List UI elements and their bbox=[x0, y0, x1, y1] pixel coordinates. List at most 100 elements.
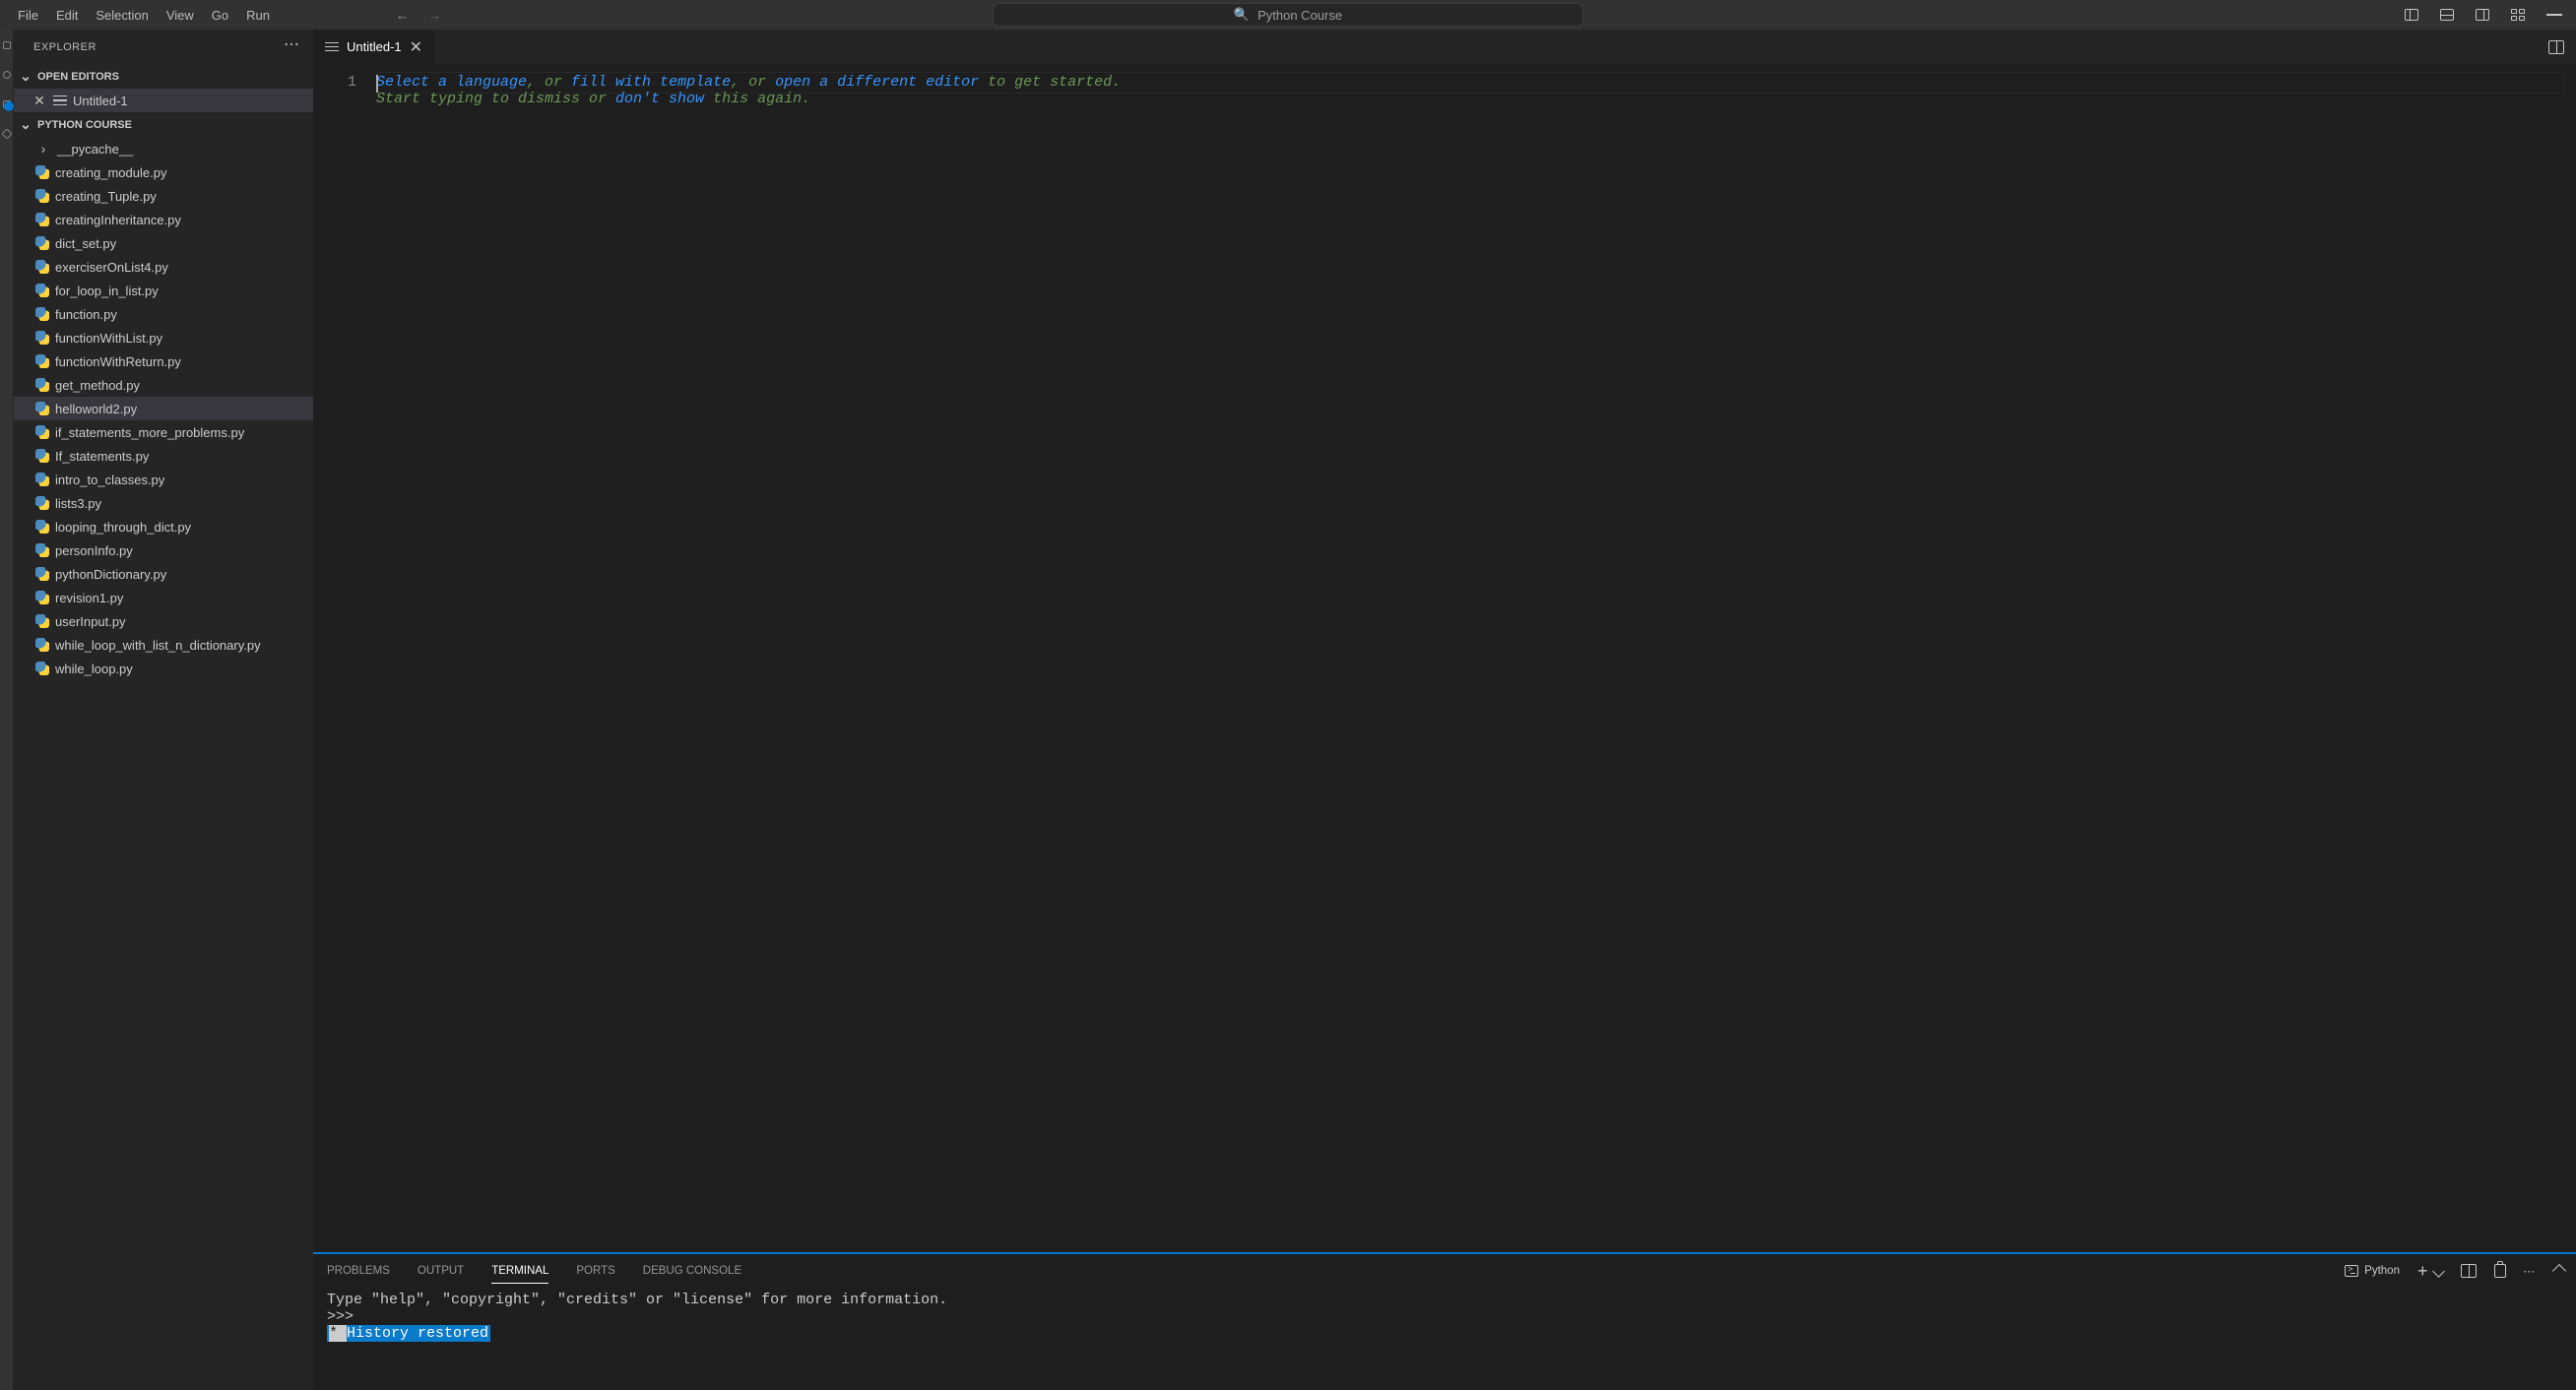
file-row[interactable]: if_statements_more_problems.py bbox=[14, 420, 313, 444]
terminal-profile[interactable]: Python bbox=[2345, 1265, 2400, 1277]
open-editors-label: OPEN EDITORS bbox=[37, 71, 119, 83]
file-row[interactable]: If_statements.py bbox=[14, 444, 313, 468]
file-row[interactable]: intro_to_classes.py bbox=[14, 468, 313, 491]
dont-show-link[interactable]: don't show bbox=[615, 91, 704, 107]
file-row[interactable]: creating_Tuple.py bbox=[14, 184, 313, 208]
editor-tab-bar: Untitled-1 ✕ bbox=[313, 30, 2576, 64]
open-different-editor-link[interactable]: open a different editor bbox=[775, 74, 979, 91]
file-row[interactable]: pythonDictionary.py bbox=[14, 562, 313, 586]
fill-template-link[interactable]: fill with template bbox=[571, 74, 731, 91]
panel-tab-debug-console[interactable]: DEBUG CONSOLE bbox=[643, 1259, 741, 1283]
activity-scm-icon[interactable] bbox=[3, 100, 11, 108]
tree-item-label: helloworld2.py bbox=[55, 402, 137, 416]
python-file-icon bbox=[35, 236, 49, 250]
python-file-icon bbox=[35, 284, 49, 297]
panel-more-icon[interactable]: ⋯ bbox=[2524, 1264, 2538, 1278]
file-row[interactable]: functionWithList.py bbox=[14, 326, 313, 349]
file-row[interactable]: functionWithReturn.py bbox=[14, 349, 313, 373]
tree-item-label: creatingInheritance.py bbox=[55, 213, 181, 227]
python-file-icon bbox=[35, 543, 49, 557]
tree-item-label: looping_through_dict.py bbox=[55, 520, 191, 535]
panel-tab-bar: PROBLEMS OUTPUT TERMINAL PORTS DEBUG CONSOLE… bbox=[313, 1254, 2576, 1288]
explorer-more-icon[interactable]: ⋯ bbox=[284, 34, 301, 60]
open-editors-header[interactable]: ⌄ OPEN EDITORS bbox=[14, 64, 313, 89]
panel-tab-ports[interactable]: PORTS bbox=[576, 1259, 614, 1283]
tree-item-label: if_statements_more_problems.py bbox=[55, 425, 244, 440]
activity-bar bbox=[0, 30, 14, 1390]
terminal-body[interactable]: Type "help", "copyright", "credits" or "… bbox=[313, 1288, 2576, 1390]
python-file-icon bbox=[35, 496, 49, 510]
file-row[interactable]: revision1.py bbox=[14, 586, 313, 609]
minimize-icon[interactable] bbox=[2546, 14, 2562, 16]
panel-tab-terminal[interactable]: TERMINAL bbox=[491, 1259, 548, 1284]
file-row[interactable]: userInput.py bbox=[14, 609, 313, 633]
file-row[interactable]: helloworld2.py bbox=[14, 397, 313, 420]
file-icon bbox=[325, 42, 339, 52]
python-file-icon bbox=[35, 567, 49, 581]
tree-item-label: function.py bbox=[55, 307, 117, 322]
kill-terminal-icon[interactable] bbox=[2494, 1264, 2506, 1278]
menu-selection[interactable]: Selection bbox=[88, 4, 156, 27]
terminal-dropdown-icon[interactable] bbox=[2432, 1265, 2445, 1278]
activity-debug-icon[interactable] bbox=[1, 128, 12, 139]
python-file-icon bbox=[35, 402, 49, 415]
editor-body[interactable]: 1 Select a language, or fill with templa… bbox=[313, 64, 2576, 1252]
command-center[interactable]: 🔍 Python Course bbox=[993, 3, 1583, 27]
panel-tab-problems[interactable]: PROBLEMS bbox=[327, 1259, 390, 1283]
menu-bar: FileEditSelectionViewGoRun ← → 🔍 Python … bbox=[0, 0, 2576, 30]
file-row[interactable]: while_loop.py bbox=[14, 657, 313, 680]
close-tab-icon[interactable]: ✕ bbox=[410, 37, 422, 57]
close-editor-icon[interactable]: ✕ bbox=[32, 93, 47, 109]
file-row[interactable]: get_method.py bbox=[14, 373, 313, 397]
file-row[interactable]: for_loop_in_list.py bbox=[14, 279, 313, 302]
file-row[interactable]: creatingInheritance.py bbox=[14, 208, 313, 231]
terminal-line: >>> bbox=[327, 1308, 2562, 1325]
file-row[interactable]: dict_set.py bbox=[14, 231, 313, 255]
tree-item-label: __pycache__ bbox=[57, 142, 133, 157]
python-file-icon bbox=[35, 449, 49, 463]
maximize-panel-icon[interactable] bbox=[2552, 1264, 2566, 1278]
activity-explorer-icon[interactable] bbox=[3, 41, 11, 49]
file-icon bbox=[53, 95, 67, 105]
open-editor-row[interactable]: ✕ Untitled-1 bbox=[14, 89, 313, 112]
open-editor-label: Untitled-1 bbox=[73, 94, 128, 108]
file-row[interactable]: personInfo.py bbox=[14, 538, 313, 562]
file-row[interactable]: looping_through_dict.py bbox=[14, 515, 313, 538]
folder-row[interactable]: › __pycache__ bbox=[14, 137, 313, 160]
python-file-icon bbox=[35, 662, 49, 675]
split-terminal-icon[interactable] bbox=[2461, 1264, 2477, 1278]
split-editor-icon[interactable] bbox=[2548, 40, 2564, 54]
nav-back-icon[interactable]: ← bbox=[396, 8, 409, 23]
file-row[interactable]: exerciserOnList4.py bbox=[14, 255, 313, 279]
tree-item-label: dict_set.py bbox=[55, 236, 116, 251]
menu-view[interactable]: View bbox=[159, 4, 202, 27]
file-row[interactable]: lists3.py bbox=[14, 491, 313, 515]
toggle-panel-right-icon[interactable] bbox=[2476, 9, 2489, 21]
file-row[interactable]: while_loop_with_list_n_dictionary.py bbox=[14, 633, 313, 657]
file-row[interactable]: function.py bbox=[14, 302, 313, 326]
menu-edit[interactable]: Edit bbox=[48, 4, 86, 27]
python-file-icon bbox=[35, 354, 49, 368]
menu-file[interactable]: File bbox=[10, 4, 46, 27]
toggle-panel-left-icon[interactable] bbox=[2405, 9, 2418, 21]
file-row[interactable]: creating_module.py bbox=[14, 160, 313, 184]
python-file-icon bbox=[35, 213, 49, 226]
project-header[interactable]: ⌄ PYTHON COURSE bbox=[14, 112, 313, 137]
menu-go[interactable]: Go bbox=[204, 4, 236, 27]
tree-item-label: personInfo.py bbox=[55, 543, 133, 558]
python-file-icon bbox=[35, 307, 49, 321]
customize-layout-icon[interactable] bbox=[2511, 9, 2525, 21]
chevron-down-icon: ⌄ bbox=[18, 68, 33, 85]
python-file-icon bbox=[35, 425, 49, 439]
chevron-down-icon: ⌄ bbox=[18, 116, 33, 133]
menu-run[interactable]: Run bbox=[238, 4, 278, 27]
nav-forward-icon[interactable]: → bbox=[428, 8, 441, 23]
select-language-link[interactable]: Select a language bbox=[376, 74, 527, 91]
panel-tab-output[interactable]: OUTPUT bbox=[418, 1259, 464, 1283]
python-file-icon bbox=[35, 378, 49, 392]
editor-tab-untitled[interactable]: Untitled-1 ✕ bbox=[313, 30, 435, 64]
python-file-icon bbox=[35, 165, 49, 179]
chevron-right-icon: › bbox=[35, 141, 51, 157]
activity-search-icon[interactable] bbox=[3, 71, 11, 79]
toggle-panel-bottom-icon[interactable] bbox=[2440, 9, 2454, 21]
